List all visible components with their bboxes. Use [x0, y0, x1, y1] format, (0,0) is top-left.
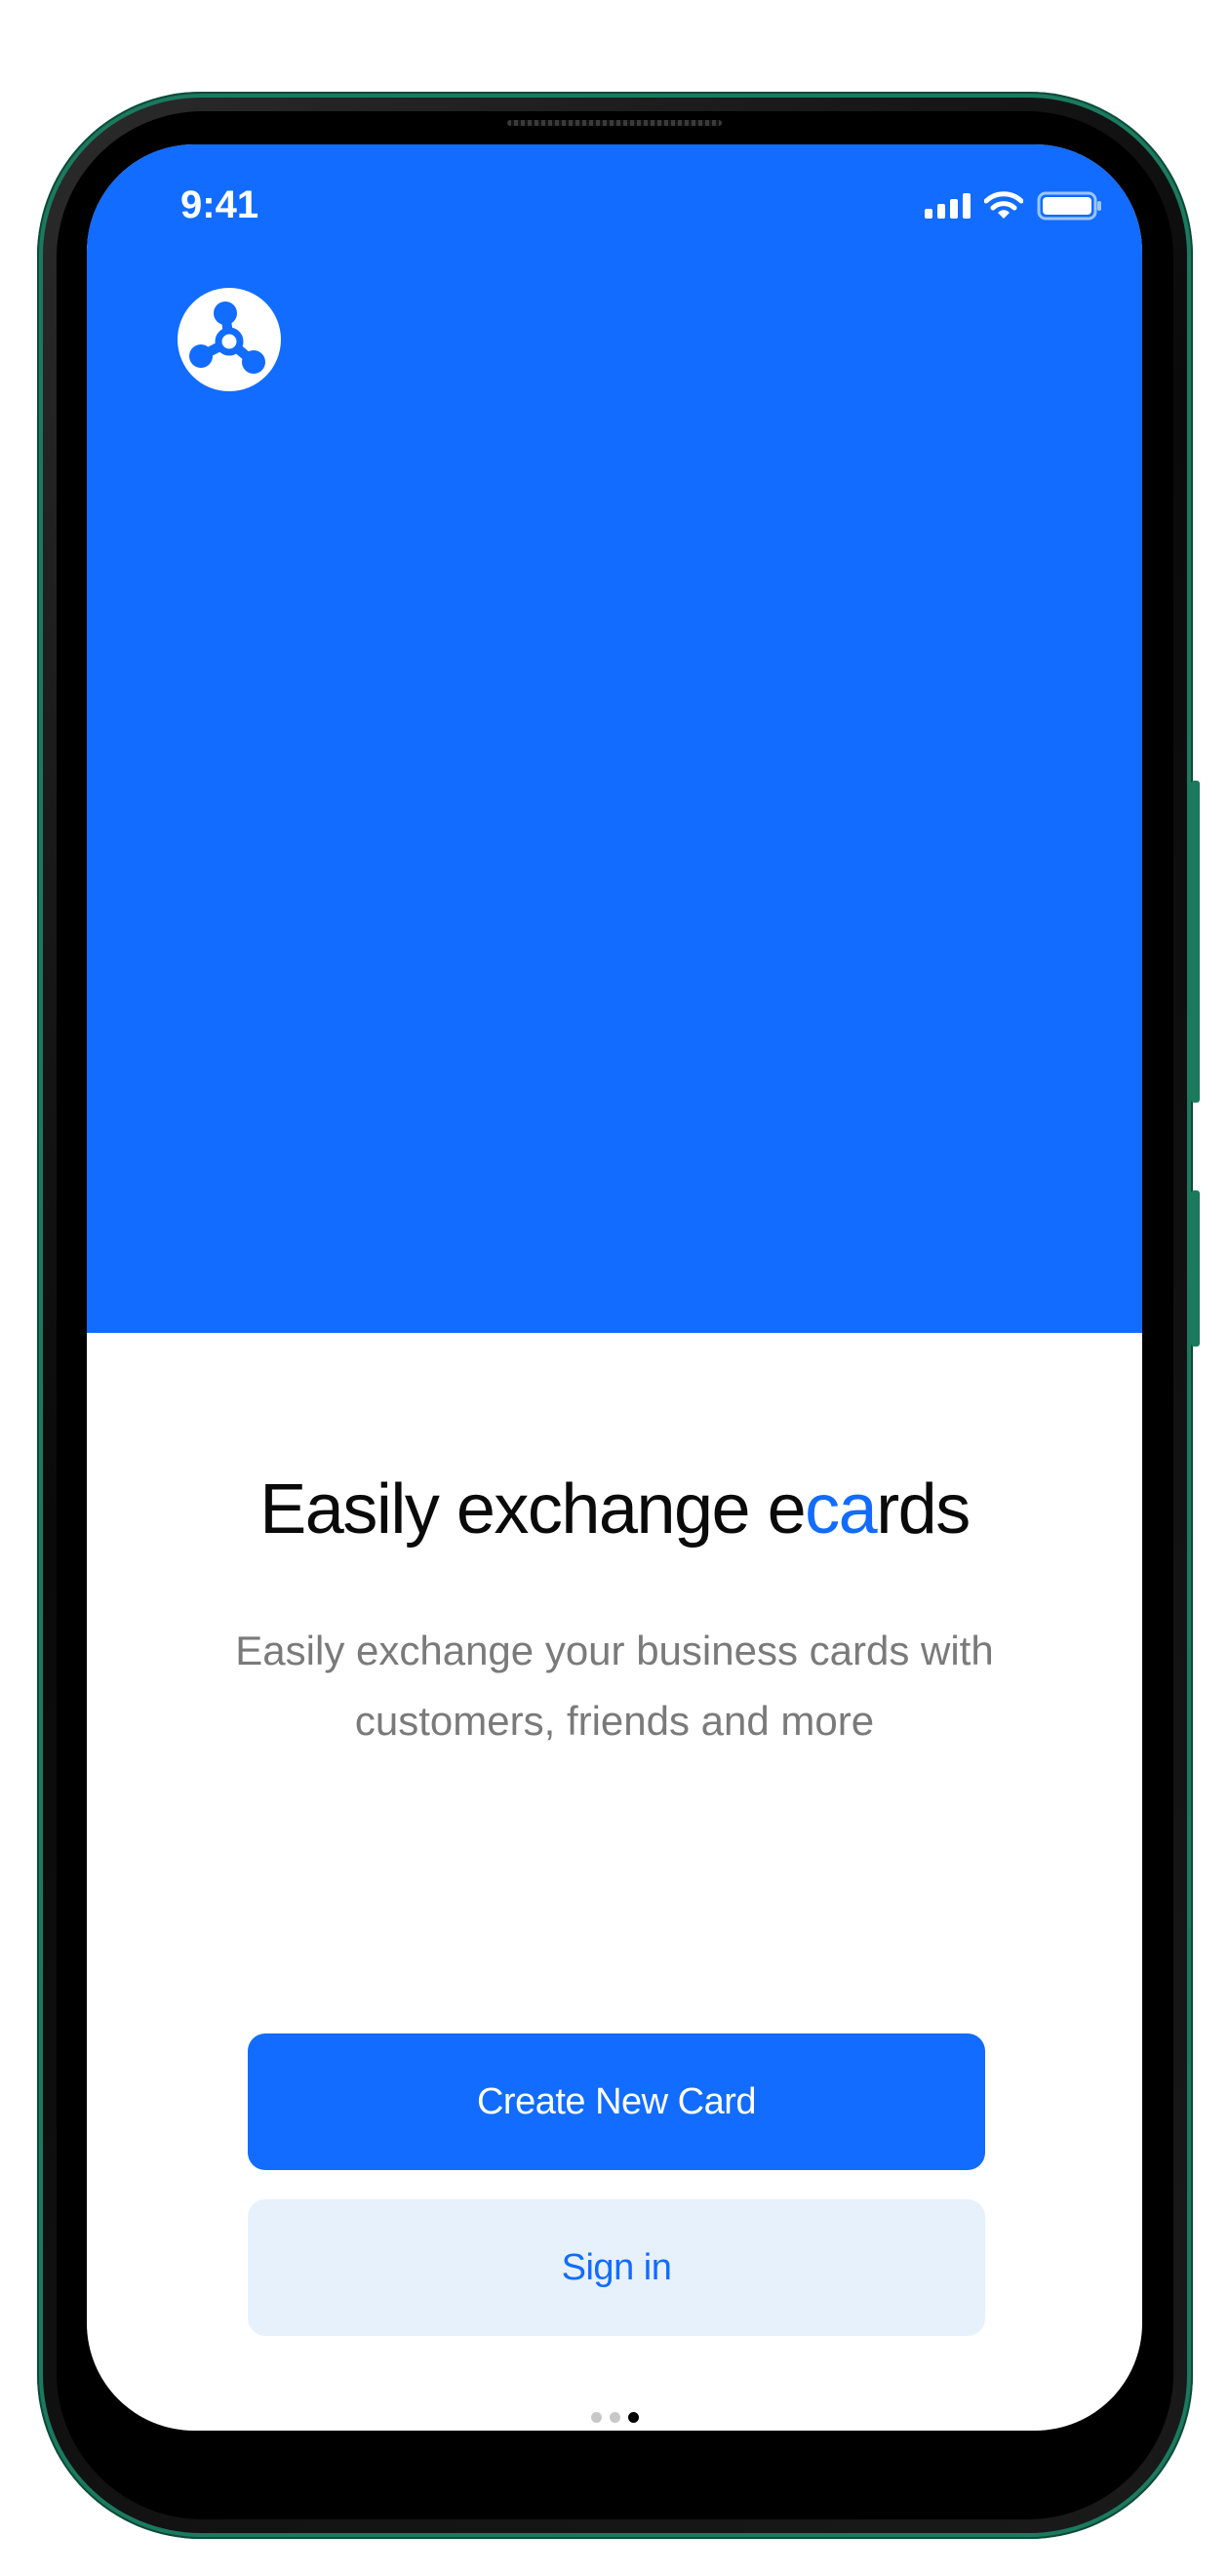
- page-indicator: [87, 2412, 1142, 2423]
- page-dot[interactable]: [609, 2412, 620, 2423]
- phone-screen: 9:41 Easily exchange ecards Easily excha…: [87, 144, 1142, 2431]
- volume-button: [1191, 1190, 1200, 1347]
- cellular-signal-icon: [925, 193, 971, 219]
- headline-text-start: Easily exchange e: [259, 1470, 806, 1549]
- hero-banner: 9:41: [87, 144, 1142, 1333]
- sign-in-button[interactable]: Sign in: [248, 2199, 985, 2336]
- network-nodes-logo-icon: [178, 288, 281, 391]
- page-dot-active[interactable]: [627, 2412, 639, 2423]
- wifi-icon: [984, 191, 1023, 219]
- status-icons: [925, 191, 1103, 221]
- create-new-card-button[interactable]: Create New Card: [248, 2033, 985, 2170]
- onboarding-subtitle: Easily exchange your business cards with…: [235, 1628, 994, 1744]
- onboarding-headline: Easily exchange ecards: [87, 1469, 1142, 1550]
- earpiece-speaker: [507, 120, 722, 126]
- page-dot[interactable]: [590, 2412, 602, 2423]
- battery-icon: [1037, 191, 1101, 221]
- power-button: [1191, 781, 1200, 1103]
- headline-accent: ca: [805, 1470, 878, 1549]
- headline-text-end: rds: [876, 1470, 971, 1549]
- status-time: 9:41: [180, 183, 259, 226]
